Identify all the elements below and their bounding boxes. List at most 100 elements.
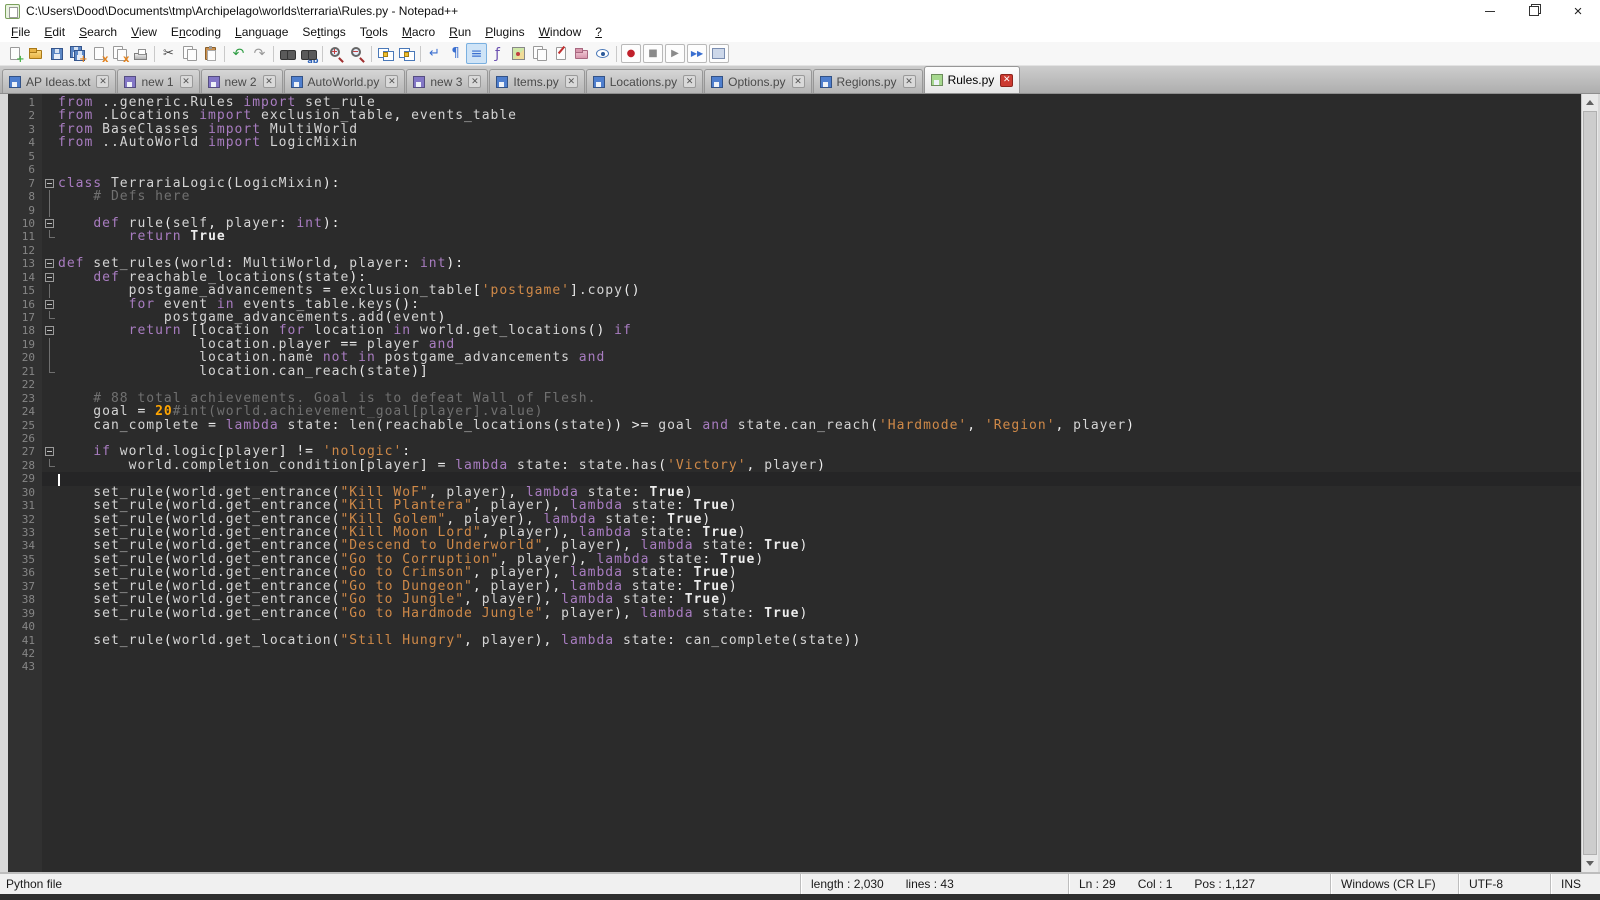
menu-settings[interactable]: Settings [295,23,352,41]
code-editor[interactable]: 1from ..generic.Rules import set_rule2fr… [8,94,1581,872]
fold-marker[interactable] [42,217,58,230]
macro-stop-icon[interactable]: ■ [643,44,663,63]
macro-save-icon[interactable] [709,44,729,63]
code-line-1[interactable]: 1from ..generic.Rules import set_rule [8,96,1581,109]
minimize-button[interactable] [1468,0,1512,22]
redo-icon[interactable]: ↷ [249,43,270,64]
save-icon[interactable] [46,43,67,64]
paste-icon[interactable] [200,43,221,64]
tab-rules-py[interactable]: Rules.py✕ [924,66,1021,93]
code-line-42[interactable]: 42 [8,647,1581,660]
tab-close-icon[interactable]: ✕ [263,75,276,88]
code-line-20[interactable]: 20 location.name not in postgame_advance… [8,351,1581,364]
code-line-22[interactable]: 22 [8,378,1581,391]
undo-icon[interactable]: ↶ [228,43,249,64]
scroll-up-arrow[interactable] [1582,94,1598,111]
code-line-3[interactable]: 3from BaseClasses import MultiWorld [8,123,1581,136]
code-line-14[interactable]: 14 def reachable_locations(state): [8,271,1581,284]
tab-close-icon[interactable]: ✕ [96,75,109,88]
vertical-scrollbar[interactable] [1581,94,1598,872]
tab-close-icon[interactable]: ✕ [903,75,916,88]
code-line-9[interactable]: 9 [8,204,1581,217]
menu-file[interactable]: File [4,23,37,41]
copy-icon[interactable] [179,43,200,64]
menu-edit[interactable]: Edit [37,23,72,41]
menu-window[interactable]: Window [532,23,589,41]
menu-run[interactable]: Run [442,23,478,41]
zoom-in-icon[interactable]: + [326,43,347,64]
close-all-icon[interactable]: x [109,43,130,64]
tab-close-icon[interactable]: ✕ [683,75,696,88]
tab-new-3[interactable]: new 3✕ [406,69,488,93]
code-line-33[interactable]: 33 set_rule(world.get_entrance("Kill Moo… [8,526,1581,539]
code-line-15[interactable]: 15 postgame_advancements = exclusion_tab… [8,284,1581,297]
tab-close-icon[interactable]: ✕ [1000,74,1013,87]
code-line-30[interactable]: 30 set_rule(world.get_entrance("Kill WoF… [8,486,1581,499]
code-line-18[interactable]: 18 return [location for location in worl… [8,324,1581,337]
tab-new-2[interactable]: new 2✕ [201,69,283,93]
code-line-21[interactable]: 21 location.can_reach(state)] [8,365,1581,378]
scrollbar-thumb[interactable] [1583,111,1597,855]
macro-play-icon[interactable]: ▶ [665,44,685,63]
code-line-5[interactable]: 5 [8,150,1581,163]
menu-macro[interactable]: Macro [395,23,442,41]
menu-language[interactable]: Language [228,23,295,41]
code-line-28[interactable]: 28 world.completion_condition[player] = … [8,459,1581,472]
code-line-40[interactable]: 40 [8,620,1581,633]
word-wrap-icon[interactable]: ↵ [424,43,445,64]
zoom-out-icon[interactable]: − [347,43,368,64]
folder-as-workspace-icon[interactable] [571,43,592,64]
code-line-35[interactable]: 35 set_rule(world.get_entrance("Go to Co… [8,553,1581,566]
sync-horizontal-icon[interactable] [396,43,417,64]
tab-close-icon[interactable]: ✕ [792,75,805,88]
tab-regions-py[interactable]: Regions.py✕ [813,69,923,93]
tab-options-py[interactable]: Options.py✕ [704,69,811,93]
close-button[interactable]: × [1556,0,1600,22]
scroll-down-arrow[interactable] [1582,855,1598,872]
code-line-4[interactable]: 4from ..AutoWorld import LogicMixin [8,136,1581,149]
tab-new-1[interactable]: new 1✕ [117,69,199,93]
menu-search[interactable]: Search [72,23,124,41]
indent-guide-icon[interactable]: ≡ [466,43,487,64]
function-list-icon[interactable]: ƒ [487,43,508,64]
fold-marker[interactable] [42,445,58,458]
code-line-2[interactable]: 2from .Locations import exclusion_table,… [8,109,1581,122]
code-line-31[interactable]: 31 set_rule(world.get_entrance("Kill Pla… [8,499,1581,512]
replace-icon[interactable]: ab [298,43,319,64]
find-icon[interactable] [277,43,298,64]
tab-items-py[interactable]: Items.py✕ [489,69,584,93]
code-line-39[interactable]: 39 set_rule(world.get_entrance("Go to Ha… [8,607,1581,620]
code-line-19[interactable]: 19 location.player == player and [8,338,1581,351]
code-line-12[interactable]: 12 [8,244,1581,257]
code-line-34[interactable]: 34 set_rule(world.get_entrance("Descend … [8,539,1581,552]
tab-ap-ideas-txt[interactable]: AP Ideas.txt✕ [2,69,116,93]
fold-marker[interactable] [42,177,58,190]
code-line-8[interactable]: 8 # Defs here [8,190,1581,203]
code-line-7[interactable]: 7class TerrariaLogic(LogicMixin): [8,177,1581,190]
tab-close-icon[interactable]: ✕ [385,75,398,88]
code-line-10[interactable]: 10 def rule(self, player: int): [8,217,1581,230]
code-line-24[interactable]: 24 goal = 20#int(world.achievement_goal[… [8,405,1581,418]
menu-encoding[interactable]: Encoding [164,23,228,41]
close-file-icon[interactable]: x [88,43,109,64]
tab-close-icon[interactable]: ✕ [565,75,578,88]
new-file-icon[interactable]: + [4,43,25,64]
code-line-16[interactable]: 16 for event in events_table.keys(): [8,298,1581,311]
code-line-41[interactable]: 41 set_rule(world.get_location("Still Hu… [8,634,1581,647]
pen-document-icon[interactable] [550,43,571,64]
restore-button[interactable] [1512,0,1556,22]
code-line-25[interactable]: 25 can_complete = lambda state: len(reac… [8,419,1581,432]
code-line-11[interactable]: 11 return True [8,230,1581,243]
tab-close-icon[interactable]: ✕ [468,75,481,88]
document-map-icon[interactable] [508,43,529,64]
macro-run-multiple-icon[interactable]: ▶▶ [687,44,707,63]
code-line-13[interactable]: 13def set_rules(world: MultiWorld, playe… [8,257,1581,270]
macro-record-icon[interactable]: ● [621,44,641,63]
code-line-23[interactable]: 23 # 88 total achievements. Goal is to d… [8,392,1581,405]
tab-locations-py[interactable]: Locations.py✕ [586,69,703,93]
menu-plugins[interactable]: Plugins [478,23,531,41]
menu-view[interactable]: View [124,23,164,41]
code-line-26[interactable]: 26 [8,432,1581,445]
sync-vertical-icon[interactable] [375,43,396,64]
show-all-characters-icon[interactable]: ¶ [445,43,466,64]
